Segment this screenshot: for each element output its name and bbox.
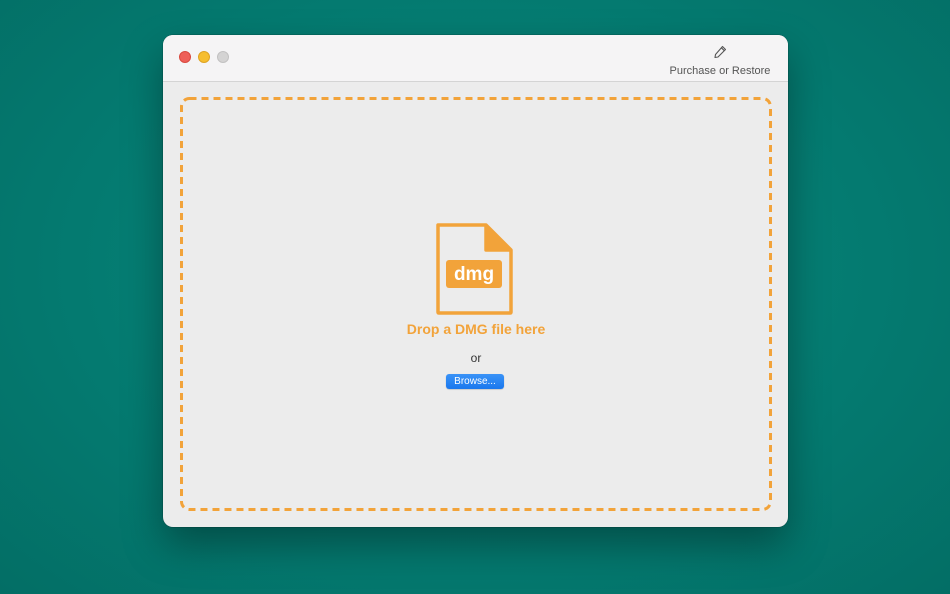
app-window: Purchase or Restore dmg Drop a DMG file … [163, 35, 788, 527]
title-bar: Purchase or Restore [163, 35, 788, 82]
purchase-or-restore-button[interactable]: Purchase or Restore [665, 43, 775, 79]
pencil-icon [714, 45, 727, 59]
drop-instruction: Drop a DMG file here [406, 321, 546, 337]
dmg-file-label: dmg [454, 264, 494, 285]
dmg-drop-zone[interactable]: dmg Drop a DMG file here or Browse... [180, 97, 772, 511]
purchase-or-restore-label: Purchase or Restore [669, 65, 771, 77]
close-window-button[interactable] [179, 51, 191, 63]
or-separator: or [470, 351, 482, 365]
browse-button[interactable]: Browse... [446, 374, 504, 389]
zoom-window-button[interactable] [217, 51, 229, 63]
dmg-file-icon: dmg [436, 223, 513, 315]
minimize-window-button[interactable] [198, 51, 210, 63]
